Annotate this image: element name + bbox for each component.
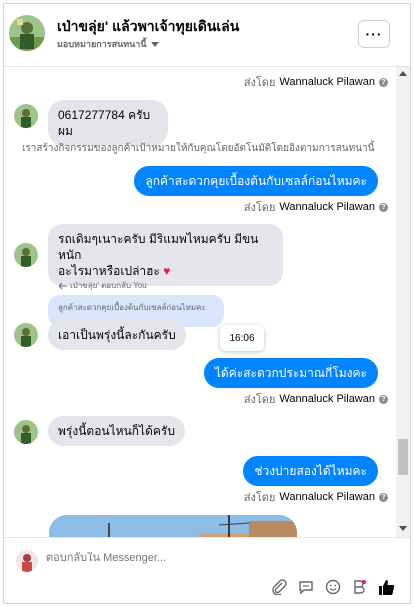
message-scrollbar[interactable] (396, 67, 410, 537)
saved-reply-icon[interactable] (297, 578, 315, 596)
timestamp-tooltip: 16:06 (220, 325, 264, 351)
contact-avatar-small (14, 243, 38, 267)
message-list: ส่งโดย Wannaluck Pilawan ? 0617277784 คร… (4, 67, 396, 537)
outgoing-message[interactable]: ลูกค้าสะดวกคุยเบื้องต้นกับเซลล์ก่อนไหมคะ (134, 166, 378, 196)
contact-avatar[interactable] (9, 15, 45, 51)
photo-attachment[interactable] (49, 515, 297, 537)
sent-by-info: ส่งโดย Wannaluck Pilawan ? (244, 488, 388, 506)
conversation-header: เป่าขลุ่ย' แล้วพาเจ้าทุยเดินเล่น มอบหมาย… (4, 4, 410, 66)
contact-avatar-small (14, 104, 38, 128)
more-icon: ··· (365, 26, 383, 42)
reply-input[interactable] (46, 552, 266, 564)
reply-label-text: เป่าขลุ่ย' ตอบกลับ You (70, 281, 147, 290)
contact-avatar-small (14, 323, 38, 347)
heart-icon: ♥ (163, 264, 171, 278)
emoji-icon[interactable] (324, 578, 342, 596)
question-icon[interactable]: ? (379, 202, 388, 212)
reply-label: เป่าขลุ่ย' ตอบกลับ You (59, 279, 147, 292)
message-line: รถเดิมๆเนาะครับ มีริแมพไหมครับ มีขนหนัก (58, 232, 259, 262)
agent-name: Wannaluck Pilawan (279, 76, 375, 88)
question-icon[interactable]: ? (379, 394, 388, 404)
attach-icon[interactable] (270, 578, 288, 596)
like-icon[interactable] (377, 578, 395, 596)
scroll-thumb[interactable] (398, 439, 408, 475)
incoming-message[interactable]: รถเดิมๆเนาะครับ มีริแมพไหมครับ มีขนหนัก … (48, 224, 283, 286)
scroll-down-icon[interactable] (399, 526, 407, 531)
incoming-message[interactable]: พรุ่งนี้ตอนไหนก็ได้ครับ (48, 416, 185, 446)
message-text: อะไรมาหรือเปล่าฮะ (58, 264, 160, 278)
reply-icon (59, 282, 67, 289)
assign-conversation-dropdown[interactable]: มอบหมายการสนทนานี้ (57, 37, 159, 51)
sent-by-prefix: ส่งโดย (243, 394, 276, 406)
sent-by-info: ส่งโดย Wannaluck Pilawan ? (244, 73, 388, 91)
agent-name: Wannaluck Pilawan (279, 201, 375, 213)
page-avatar (16, 550, 38, 572)
scroll-up-icon[interactable] (399, 71, 407, 76)
more-options-button[interactable]: ··· (358, 20, 390, 48)
bold-icon[interactable] (350, 578, 368, 596)
composer (4, 538, 410, 603)
sent-by-prefix: ส่งโดย (243, 492, 276, 504)
question-icon[interactable]: ? (379, 77, 388, 87)
system-notice: เราสร้างกิจกรรมของลูกค้าเป้าหมายให้กับคุ… (22, 143, 375, 154)
sent-by-info: ส่งโดย Wannaluck Pilawan ? (244, 198, 388, 216)
sent-by-prefix: ส่งโดย (243, 202, 276, 214)
messenger-window: เป่าขลุ่ย' แล้วพาเจ้าทุยเดินเล่น มอบหมาย… (3, 3, 411, 604)
incoming-message[interactable]: 0617277784 ครับผม (48, 100, 168, 146)
agent-name: Wannaluck Pilawan (279, 393, 375, 405)
agent-name: Wannaluck Pilawan (279, 491, 375, 503)
message-line: อะไรมาหรือเปล่าฮะ ♥ (58, 263, 273, 279)
caret-down-icon (150, 41, 159, 47)
question-icon[interactable]: ? (379, 492, 388, 502)
outgoing-message[interactable]: ได้ค่ะสะดวกประมาณกี่โมงคะ (203, 358, 378, 388)
outgoing-message[interactable]: ช่วงบ่ายสองได้ไหมคะ (243, 456, 378, 486)
assign-label: มอบหมายการสนทนานี้ (57, 39, 147, 49)
sent-by-info: ส่งโดย Wannaluck Pilawan ? (244, 390, 388, 408)
sent-by-prefix: ส่งโดย (243, 77, 276, 89)
conversation-title: เป่าขลุ่ย' แล้วพาเจ้าทุยเดินเล่น (57, 18, 240, 34)
contact-avatar-small (14, 420, 38, 444)
incoming-message[interactable]: เอาเป็นพรุ่งนี้ละกันครับ (48, 320, 186, 350)
